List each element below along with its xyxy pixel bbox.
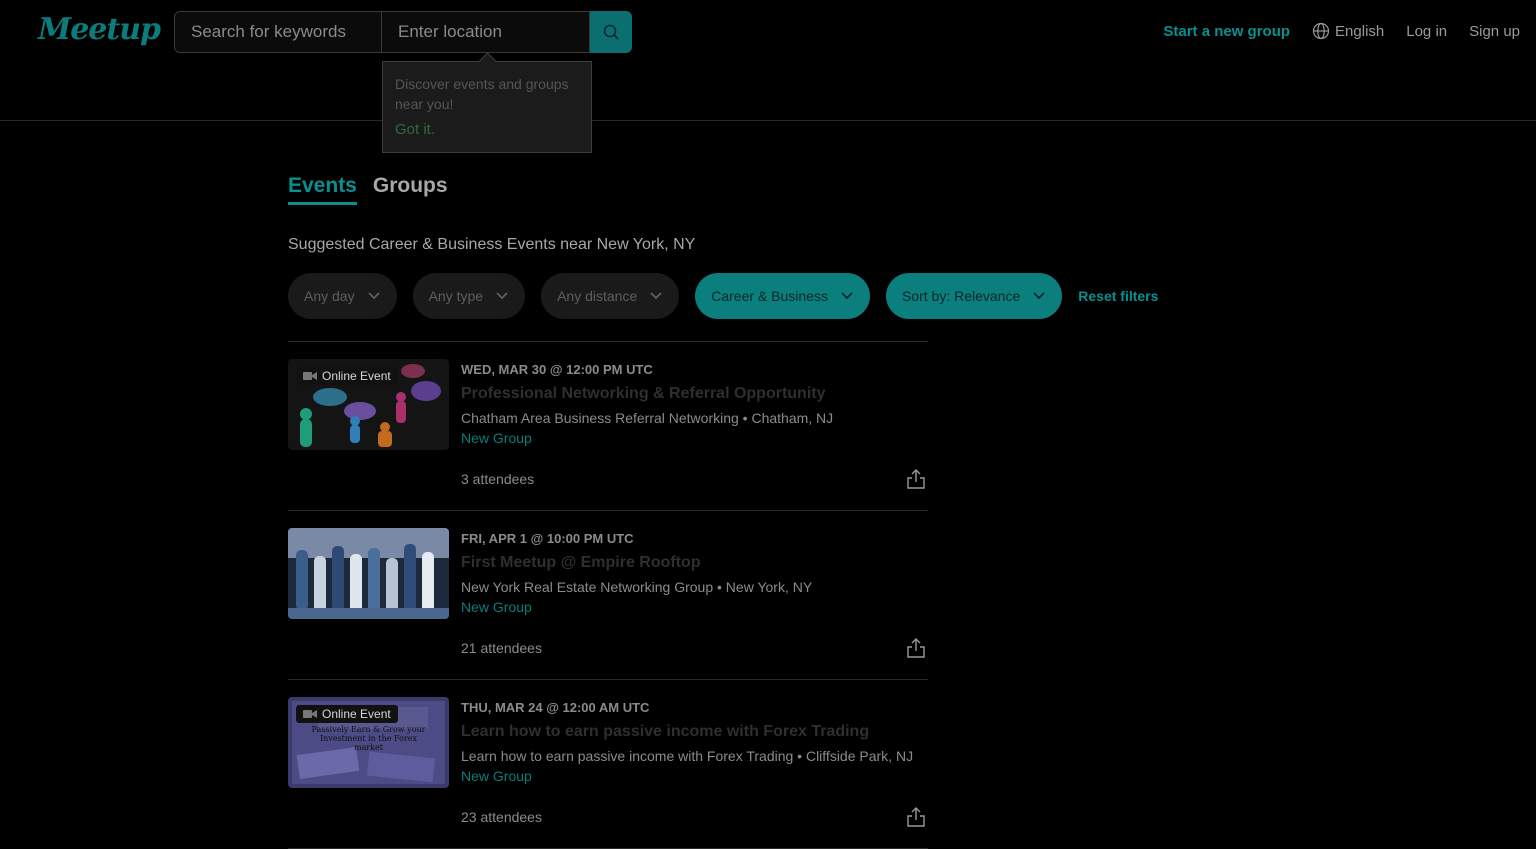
- online-event-badge: Online Event: [296, 705, 398, 723]
- event-group: Learn how to earn passive income with Fo…: [461, 748, 914, 764]
- start-new-group-link[interactable]: Start a new group: [1163, 23, 1290, 40]
- language-label: English: [1335, 22, 1385, 40]
- online-event-badge: Online Event: [296, 367, 398, 385]
- share-icon: [907, 638, 925, 658]
- event-date: WED, MAR 30 @ 12:00 PM UTC: [461, 362, 653, 377]
- sort-filter-label: Sort by: Relevance: [901, 288, 1021, 304]
- results-subtitle: Suggested Career & Business Events near …: [288, 236, 696, 253]
- event-title[interactable]: First Meetup @ Empire Rooftop: [461, 554, 928, 572]
- event-attendees: 23 attendees: [461, 809, 542, 825]
- event-attendees: 3 attendees: [461, 471, 535, 487]
- type-filter[interactable]: Any type: [412, 273, 526, 319]
- chevron-down-icon: [650, 292, 662, 300]
- category-filter-label: Career & Business: [711, 288, 828, 304]
- chevron-down-icon: [1033, 292, 1045, 300]
- results-tabs: Events Groups: [288, 174, 448, 205]
- event-title[interactable]: Learn how to earn passive income with Fo…: [461, 723, 928, 741]
- tooltip-text: Discover events and groups near you!: [395, 76, 569, 112]
- video-camera-icon: [303, 710, 317, 718]
- meetup-logo[interactable]: Meetup: [38, 12, 161, 47]
- share-button[interactable]: [906, 806, 926, 833]
- chevron-down-icon: [496, 292, 508, 300]
- new-group-label: New Group: [461, 768, 532, 784]
- distance-filter[interactable]: Any distance: [541, 273, 680, 319]
- login-link[interactable]: Log in: [1406, 23, 1447, 40]
- filter-bar: Any day Any type Any distance Career & B…: [288, 273, 1158, 319]
- day-filter[interactable]: Any day: [288, 273, 397, 319]
- tooltip-dismiss-button[interactable]: Got it.: [395, 120, 579, 140]
- language-selector[interactable]: English: [1312, 22, 1384, 40]
- rooftop-crowd-image: [288, 528, 449, 619]
- event-attendees: 21 attendees: [461, 640, 542, 656]
- tab-events[interactable]: Events: [288, 174, 357, 205]
- video-camera-icon: [303, 372, 317, 380]
- signup-link[interactable]: Sign up: [1469, 23, 1520, 40]
- event-card[interactable]: Online Event WED, MAR 30 @ 12:00 PM UTC …: [288, 342, 928, 511]
- location-input[interactable]: [382, 11, 590, 53]
- event-date: FRI, APR 1 @ 10:00 PM UTC: [461, 531, 634, 546]
- search-button[interactable]: [590, 11, 632, 53]
- chevron-down-icon: [841, 292, 853, 300]
- chevron-down-icon: [367, 292, 380, 300]
- category-filter[interactable]: Career & Business: [695, 273, 870, 319]
- event-thumbnail[interactable]: Online Event: [288, 359, 449, 450]
- sort-filter[interactable]: Sort by: Relevance: [885, 273, 1063, 319]
- search-bar: [174, 11, 632, 53]
- day-filter-label: Any day: [304, 288, 355, 304]
- event-card[interactable]: FRI, APR 1 @ 10:00 PM UTC First Meetup @…: [288, 511, 928, 680]
- event-list: Online Event WED, MAR 30 @ 12:00 PM UTC …: [288, 341, 928, 849]
- event-info: WED, MAR 30 @ 12:00 PM UTC Professional …: [461, 362, 928, 446]
- event-thumbnail[interactable]: [288, 528, 449, 619]
- event-info: THU, MAR 24 @ 12:00 AM UTC Learn how to …: [461, 700, 928, 784]
- event-thumbnail[interactable]: Online Event Passively Earn & Grow your …: [288, 697, 449, 788]
- globe-icon: [1312, 22, 1330, 40]
- share-icon: [907, 807, 925, 827]
- tab-groups[interactable]: Groups: [373, 174, 448, 205]
- site-header: Meetup Start a new group English Log in …: [0, 0, 1536, 121]
- event-date: THU, MAR 24 @ 12:00 AM UTC: [461, 700, 650, 715]
- event-card[interactable]: Online Event Passively Earn & Grow your …: [288, 680, 928, 849]
- distance-filter-label: Any distance: [557, 288, 638, 304]
- badge-label: Online Event: [322, 707, 391, 721]
- event-title[interactable]: Professional Networking & Referral Oppor…: [461, 385, 928, 403]
- share-button[interactable]: [906, 468, 926, 495]
- reset-filters-button[interactable]: Reset filters: [1078, 288, 1158, 304]
- location-tooltip: Discover events and groups near you! Got…: [382, 52, 592, 153]
- new-group-label: New Group: [461, 430, 532, 446]
- thumbnail-caption: Passively Earn & Grow your Investment in…: [311, 725, 426, 752]
- search-icon: [603, 24, 619, 40]
- type-filter-label: Any type: [428, 288, 484, 304]
- share-button[interactable]: [906, 637, 926, 664]
- share-icon: [907, 469, 925, 489]
- badge-label: Online Event: [322, 369, 391, 383]
- header-nav: Start a new group English Log in Sign up: [1163, 22, 1520, 40]
- event-info: FRI, APR 1 @ 10:00 PM UTC First Meetup @…: [461, 531, 928, 615]
- new-group-label: New Group: [461, 599, 532, 615]
- event-group: New York Real Estate Networking Group • …: [461, 579, 813, 595]
- keyword-search-input[interactable]: [174, 11, 382, 53]
- event-group: Chatham Area Business Referral Networkin…: [461, 410, 834, 426]
